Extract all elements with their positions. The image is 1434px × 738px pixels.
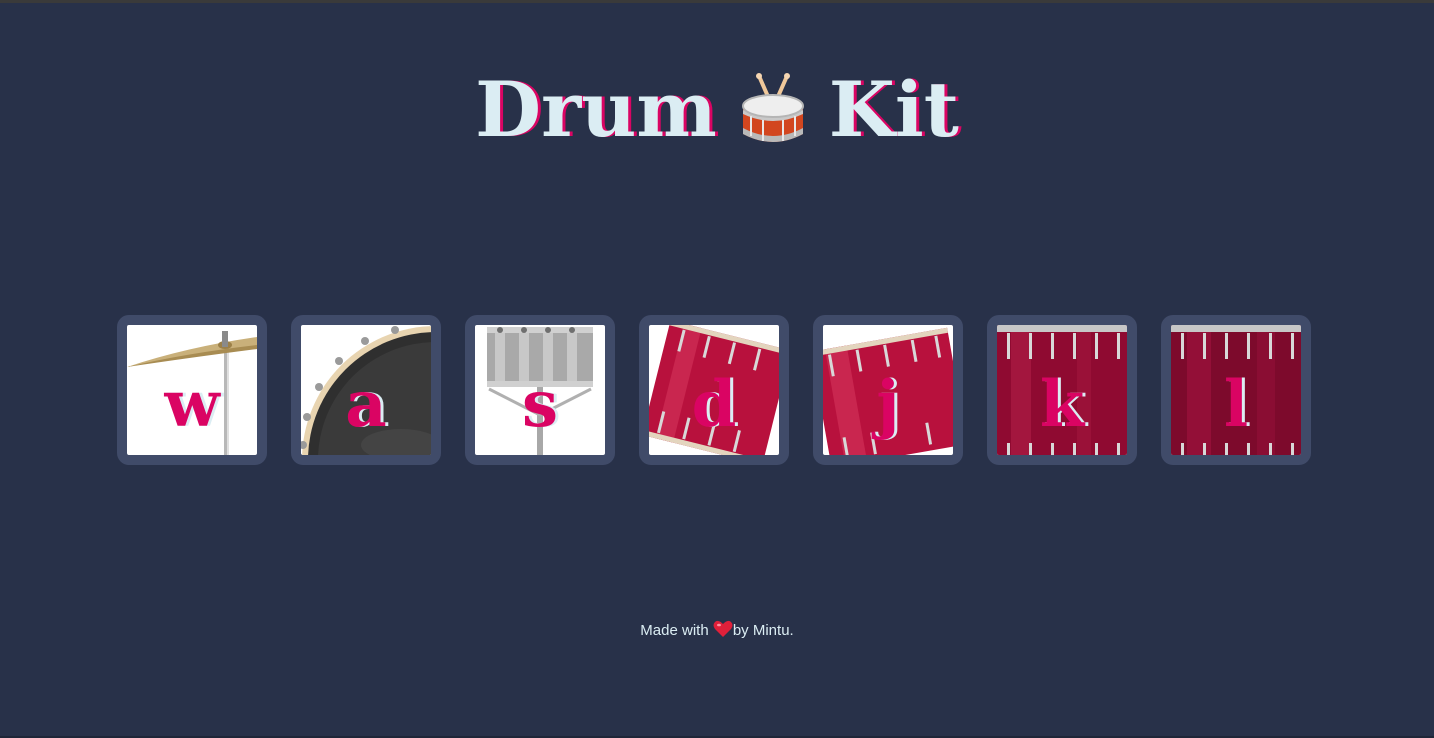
drum-button-l[interactable]: l [1161, 315, 1311, 465]
window-top-border [0, 0, 1434, 3]
drum-key-label-l: l [1223, 367, 1249, 442]
heart-icon [713, 620, 733, 638]
drum-key-label-a: a [345, 367, 387, 442]
drum-button-d[interactable]: d [639, 315, 789, 465]
drum-key-label-d: d [691, 367, 737, 442]
drum-key-label-k: k [1039, 367, 1085, 442]
footer: Made with by Mintu. [0, 620, 1434, 642]
page-title: Drum Kit [0, 62, 1434, 158]
drum-with-drumsticks-icon [739, 72, 807, 148]
drum-button-w[interactable]: w [117, 315, 267, 465]
footer-suffix: by Mintu. [732, 622, 794, 639]
title-drum-word: Drum [475, 65, 717, 154]
drum-set: w a s d j k l [117, 315, 1311, 465]
drum-key-label-w: w [164, 367, 220, 442]
drum-button-k[interactable]: k [987, 315, 1137, 465]
drum-button-s[interactable]: s [465, 315, 615, 465]
title-kit-word: Kit [828, 65, 959, 154]
drum-key-label-j: j [876, 367, 900, 442]
drum-button-j[interactable]: j [813, 315, 963, 465]
drum-key-label-s: s [521, 367, 559, 442]
footer-prefix: Made with [640, 622, 713, 639]
drum-button-a[interactable]: a [291, 315, 441, 465]
